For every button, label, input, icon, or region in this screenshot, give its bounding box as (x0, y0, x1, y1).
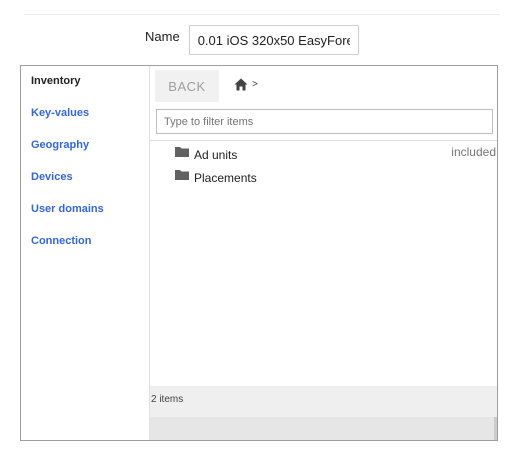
item-count: 2 items (151, 394, 184, 405)
breadcrumb-separator: > (252, 79, 258, 90)
item-label: Placements (194, 171, 257, 185)
item-status: included (451, 145, 496, 159)
item-label: Ad units (194, 148, 238, 162)
bottom-strip (150, 417, 497, 440)
back-button[interactable]: BACK (155, 70, 219, 102)
name-label: Name (145, 29, 180, 44)
browser-toolbar: BACK > (150, 66, 497, 105)
list-footer: 2 items (150, 386, 497, 417)
targeting-sidebar: Inventory Key-values Geography Devices U… (21, 66, 150, 440)
sidebar-item-geography[interactable]: Geography (21, 137, 149, 169)
folder-icon (175, 144, 189, 162)
targeting-panel: Inventory Key-values Geography Devices U… (20, 65, 498, 441)
name-row: Name (145, 25, 359, 57)
item-list: Ad units included Placements (150, 141, 497, 187)
sidebar-item-devices[interactable]: Devices (21, 169, 149, 201)
list-item-placements[interactable]: Placements (150, 164, 497, 187)
sidebar-item-key-values[interactable]: Key-values (21, 105, 149, 137)
folder-icon (175, 167, 189, 185)
home-icon[interactable] (234, 78, 248, 91)
name-input[interactable] (188, 25, 359, 55)
sidebar-item-connection[interactable]: Connection (21, 233, 149, 265)
inventory-browser: BACK > Ad units included (150, 66, 497, 440)
filter-input[interactable] (156, 109, 493, 134)
sidebar-item-user-domains[interactable]: User domains (21, 201, 149, 233)
list-item-ad-units[interactable]: Ad units included (150, 141, 497, 164)
scrollbar[interactable] (494, 417, 497, 440)
sidebar-item-inventory[interactable]: Inventory (21, 73, 149, 105)
top-divider (24, 14, 500, 15)
breadcrumb: > (234, 78, 258, 91)
